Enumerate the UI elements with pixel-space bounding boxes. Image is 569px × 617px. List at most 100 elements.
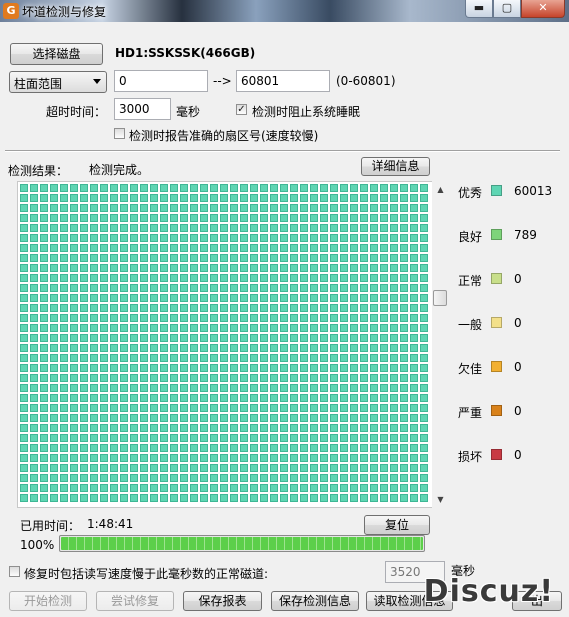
block-cell — [120, 474, 128, 482]
block-map-scrollbar[interactable]: ▲ ▼ — [432, 181, 449, 508]
block-cell — [260, 454, 268, 462]
block-cell — [300, 184, 308, 192]
block-cell — [280, 364, 288, 372]
range-start-input[interactable]: 0 — [114, 70, 208, 92]
block-cell — [80, 384, 88, 392]
block-cell — [80, 254, 88, 262]
scroll-thumb[interactable] — [433, 290, 447, 306]
block-cell — [240, 334, 248, 342]
maximize-button[interactable]: ▢ — [493, 0, 521, 18]
block-cell — [160, 204, 168, 212]
block-cell — [200, 244, 208, 252]
block-cell — [380, 424, 388, 432]
block-cell — [150, 414, 158, 422]
block-cell — [420, 224, 428, 232]
block-cell — [300, 444, 308, 452]
timeout-input[interactable]: 3000 — [114, 98, 171, 120]
scroll-down-icon[interactable]: ▼ — [432, 491, 449, 508]
block-cell — [250, 364, 258, 372]
block-cell — [30, 204, 38, 212]
block-cell — [80, 454, 88, 462]
block-cell — [410, 314, 418, 322]
block-cell — [190, 474, 198, 482]
block-cell — [340, 494, 348, 502]
legend-count: 0 — [514, 404, 522, 418]
block-cell — [190, 374, 198, 382]
block-cell — [240, 274, 248, 282]
block-cell — [30, 344, 38, 352]
block-cell — [100, 474, 108, 482]
reset-button[interactable]: 复位 — [364, 515, 430, 535]
block-cell — [70, 434, 78, 442]
block-cell — [40, 334, 48, 342]
block-cell — [370, 214, 378, 222]
block-cell — [190, 304, 198, 312]
save-report-button[interactable]: 保存报表 — [183, 591, 262, 611]
block-cell — [160, 394, 168, 402]
block-cell — [140, 284, 148, 292]
block-cell — [250, 324, 258, 332]
block-cell — [350, 294, 358, 302]
block-cell — [40, 324, 48, 332]
block-cell — [300, 364, 308, 372]
block-cell — [160, 304, 168, 312]
block-cell — [350, 484, 358, 492]
block-cell — [160, 474, 168, 482]
block-cell — [150, 214, 158, 222]
start-detect-button[interactable]: 开始检测 — [9, 591, 87, 611]
detail-info-button[interactable]: 详细信息 — [361, 157, 430, 176]
try-repair-button[interactable]: 尝试修复 — [96, 591, 174, 611]
block-cell — [230, 264, 238, 272]
block-cell — [120, 424, 128, 432]
block-cell — [390, 214, 398, 222]
prevent-sleep-checkbox[interactable]: ✓ — [236, 104, 247, 115]
block-cell — [330, 274, 338, 282]
minimize-button[interactable]: ▬ — [465, 0, 493, 18]
close-button[interactable]: ✕ — [521, 0, 565, 18]
block-cell — [400, 254, 408, 262]
block-cell — [80, 314, 88, 322]
block-cell — [330, 434, 338, 442]
block-cell — [330, 354, 338, 362]
block-cell — [70, 364, 78, 372]
block-cell — [360, 274, 368, 282]
block-cell — [230, 274, 238, 282]
block-cell — [380, 274, 388, 282]
block-cell — [270, 194, 278, 202]
block-cell — [30, 234, 38, 242]
block-cell — [30, 374, 38, 382]
block-cell — [420, 254, 428, 262]
block-cell — [310, 484, 318, 492]
block-cell — [210, 384, 218, 392]
block-cell — [400, 434, 408, 442]
block-cell — [240, 244, 248, 252]
scroll-up-icon[interactable]: ▲ — [432, 181, 449, 198]
block-cell — [360, 254, 368, 262]
block-cell — [40, 344, 48, 352]
block-cell — [290, 204, 298, 212]
save-info-button[interactable]: 保存检测信息 — [271, 591, 359, 611]
block-cell — [340, 194, 348, 202]
select-disk-button[interactable]: 选择磁盘 — [10, 43, 103, 65]
block-cell — [290, 234, 298, 242]
block-cell — [50, 244, 58, 252]
block-cell — [80, 404, 88, 412]
block-cell — [180, 214, 188, 222]
block-cell — [420, 424, 428, 432]
block-cell — [120, 274, 128, 282]
repair-slow-checkbox[interactable] — [9, 566, 20, 577]
block-cell — [370, 264, 378, 272]
block-cell — [340, 384, 348, 392]
block-cell — [410, 344, 418, 352]
block-cell — [240, 204, 248, 212]
block-cell — [130, 454, 138, 462]
report-sector-checkbox[interactable] — [114, 128, 125, 139]
block-cell — [410, 424, 418, 432]
range-mode-select[interactable]: 柱面范围 — [9, 71, 107, 93]
block-cell — [20, 264, 28, 272]
range-end-input[interactable]: 60801 — [236, 70, 330, 92]
block-cell — [260, 184, 268, 192]
block-cell — [50, 454, 58, 462]
block-cell — [110, 254, 118, 262]
block-cell — [250, 494, 258, 502]
